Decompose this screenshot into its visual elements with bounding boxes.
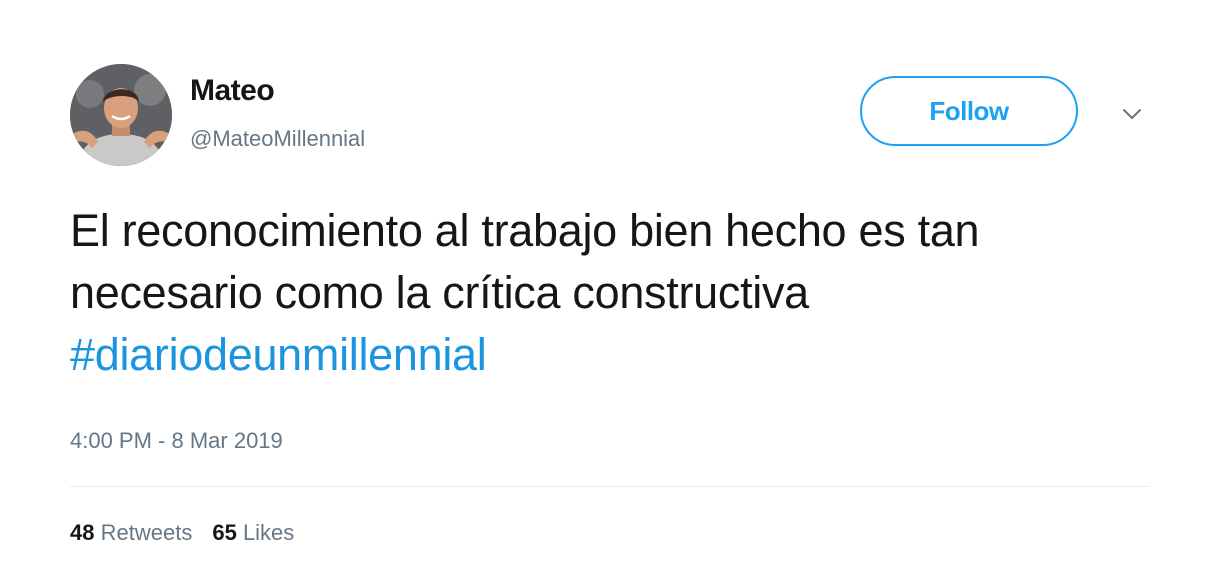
hashtag-link[interactable]: #diariodeunmillennial xyxy=(70,329,487,380)
user-handle[interactable]: @MateoMillennial xyxy=(190,126,365,152)
tweet-card: Mateo @MateoMillennial Follow El reconoc… xyxy=(0,0,1228,570)
avatar[interactable] xyxy=(70,64,172,166)
follow-button[interactable]: Follow xyxy=(860,76,1078,146)
likes-stat[interactable]: 65 Likes xyxy=(212,520,294,545)
display-name[interactable]: Mateo xyxy=(190,74,275,108)
tweet-body: El reconocimiento al trabajo bien hecho … xyxy=(70,205,980,318)
retweets-count: 48 xyxy=(70,520,95,545)
likes-label: Likes xyxy=(242,520,295,545)
chevron-down-icon[interactable] xyxy=(1118,104,1146,124)
divider xyxy=(70,486,1150,487)
tweet-timestamp[interactable]: 4:00 PM - 8 Mar 2019 xyxy=(70,428,283,454)
likes-count: 65 xyxy=(212,520,237,545)
retweets-stat[interactable]: 48 Retweets xyxy=(70,520,192,545)
avatar-photo xyxy=(70,64,172,166)
retweets-label: Retweets xyxy=(100,520,193,545)
tweet-stats: 48 Retweets 65 Likes xyxy=(70,520,294,546)
tweet-text: El reconocimiento al trabajo bien hecho … xyxy=(70,200,1150,386)
